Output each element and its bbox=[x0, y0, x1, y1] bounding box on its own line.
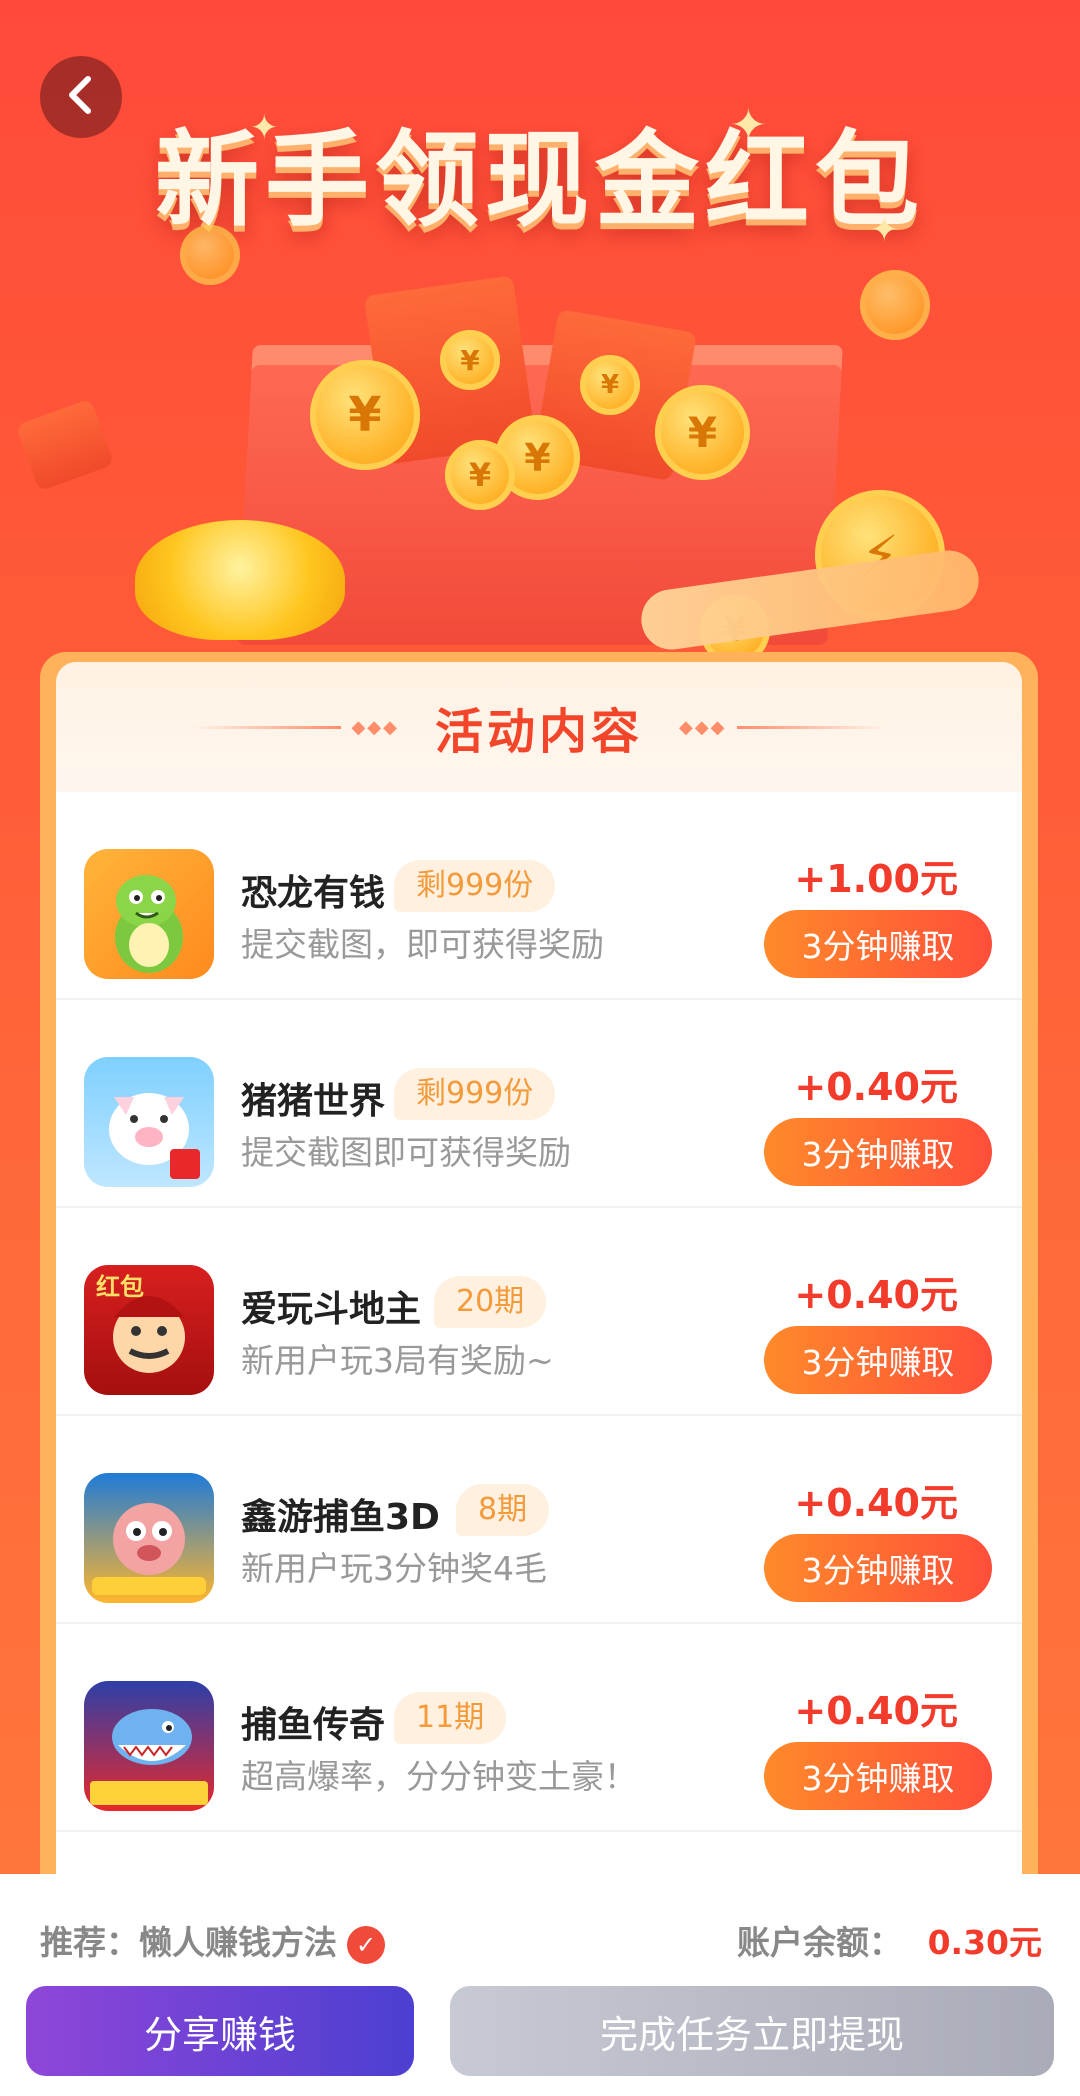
task-badge: 8期 bbox=[456, 1484, 550, 1536]
task-row[interactable]: 恐龙有钱 剩999份 提交截图，即可获得奖励 +1.00元 3分钟赚取 bbox=[56, 792, 1022, 1000]
diamond-icon: ◆◆◆ bbox=[351, 716, 399, 738]
task-badge: 11期 bbox=[394, 1692, 507, 1744]
task-name: 爱玩斗地主 bbox=[241, 1289, 422, 1330]
task-reward: +0.40元 bbox=[794, 1273, 958, 1317]
earn-button[interactable]: 3分钟赚取 bbox=[764, 910, 992, 978]
coin-icon: ¥ bbox=[655, 385, 750, 480]
hero-banner: 新手领现金红包 ✦ ✦ ✦ ¥ ¥ ¥ ¥ ¥ ¥ ⚡ ¥ bbox=[0, 0, 1080, 700]
gold-ingot-illustration bbox=[135, 520, 345, 640]
task-row[interactable]: 猪猪世界 剩999份 提交截图即可获得奖励 +0.40元 3分钟赚取 bbox=[56, 1000, 1022, 1208]
sparkle-icon: ✦ bbox=[870, 210, 899, 250]
task-row[interactable]: 鑫游捕鱼3D 8期 新用户玩3分钟奖4毛 +0.40元 3分钟赚取 bbox=[56, 1416, 1022, 1624]
balance-value: 0.30元 bbox=[927, 1923, 1042, 1962]
coin-icon bbox=[180, 225, 240, 285]
coin-icon: ¥ bbox=[310, 360, 420, 470]
svg-text:红包: 红包 bbox=[96, 1273, 144, 1301]
task-reward: +1.00元 bbox=[794, 857, 958, 901]
task-badge: 剩999份 bbox=[394, 860, 556, 912]
task-description: 新用户玩3局有奖励~ bbox=[241, 1341, 554, 1380]
coin-icon: ¥ bbox=[580, 355, 640, 415]
task-description: 提交截图，即可获得奖励 bbox=[241, 925, 604, 964]
task-name: 猪猪世界 bbox=[241, 1081, 386, 1122]
task-row[interactable]: 捕鱼传奇 11期 超高爆率，分分钟变土豪！ +0.40元 3分钟赚取 bbox=[56, 1624, 1022, 1832]
shark-app-icon bbox=[84, 1681, 214, 1811]
earn-button[interactable]: 3分钟赚取 bbox=[764, 1326, 992, 1394]
earn-button[interactable]: 3分钟赚取 bbox=[764, 1534, 992, 1602]
recommend-label: 推荐：懒人赚钱方法 bbox=[40, 1923, 337, 1962]
task-reward: +0.40元 bbox=[794, 1481, 958, 1525]
page-title: 新手领现金红包 bbox=[154, 119, 925, 241]
withdraw-button[interactable]: 完成任务立即提现 bbox=[450, 1986, 1054, 2076]
divider bbox=[191, 725, 342, 729]
task-reward: +0.40元 bbox=[794, 1065, 958, 1109]
task-row[interactable]: 红包 爱玩斗地主 20期 新用户玩3局有奖励~ +0.40元 3分钟赚取 bbox=[56, 1208, 1022, 1416]
earn-button[interactable]: 3分钟赚取 bbox=[764, 1742, 992, 1810]
card-header: ◆◆◆ 活动内容 ◆◆◆ bbox=[56, 662, 1022, 792]
red-envelope-icon bbox=[15, 398, 115, 492]
task-name: 鑫游捕鱼3D bbox=[241, 1497, 440, 1538]
coin-icon bbox=[860, 270, 930, 340]
check-icon: ✓ bbox=[347, 1925, 385, 1964]
balance-label: 账户余额： bbox=[737, 1923, 902, 1962]
divider bbox=[736, 725, 887, 729]
task-reward: +0.40元 bbox=[794, 1689, 958, 1733]
recommend-link[interactable]: 推荐：懒人赚钱方法 ✓ bbox=[40, 1916, 385, 1964]
coin-icon: ¥ bbox=[445, 440, 515, 510]
share-button[interactable]: 分享赚钱 bbox=[26, 1986, 414, 2076]
bottom-bar: 推荐：懒人赚钱方法 ✓ 账户余额： 0.30元 分享赚钱 完成任务立即提现 bbox=[0, 1874, 1080, 2096]
task-description: 新用户玩3分钟奖4毛 bbox=[241, 1549, 547, 1588]
card-title: 活动内容 bbox=[434, 704, 643, 760]
sparkle-icon: ✦ bbox=[730, 100, 767, 151]
task-badge: 20期 bbox=[434, 1276, 547, 1328]
dinosaur-app-icon bbox=[84, 849, 214, 979]
task-name: 恐龙有钱 bbox=[241, 873, 386, 914]
fish-app-icon bbox=[84, 1473, 214, 1603]
activity-card: ◆◆◆ 活动内容 ◆◆◆ 恐龙有钱 剩999份 提交截图，即可获得奖励 +1.0… bbox=[40, 652, 1038, 1902]
coin-icon: ¥ bbox=[440, 330, 500, 390]
landlord-app-icon: 红包 bbox=[84, 1265, 214, 1395]
task-description: 提交截图即可获得奖励 bbox=[241, 1133, 571, 1172]
task-list: 恐龙有钱 剩999份 提交截图，即可获得奖励 +1.00元 3分钟赚取 猪猪世界… bbox=[56, 792, 1022, 1902]
task-name: 捕鱼传奇 bbox=[241, 1705, 386, 1746]
diamond-icon: ◆◆◆ bbox=[679, 716, 727, 738]
pig-app-icon bbox=[84, 1057, 214, 1187]
earn-button[interactable]: 3分钟赚取 bbox=[764, 1118, 992, 1186]
sparkle-icon: ✦ bbox=[250, 108, 279, 148]
task-badge: 剩999份 bbox=[394, 1068, 556, 1120]
task-description: 超高爆率，分分钟变土豪！ bbox=[241, 1757, 637, 1796]
